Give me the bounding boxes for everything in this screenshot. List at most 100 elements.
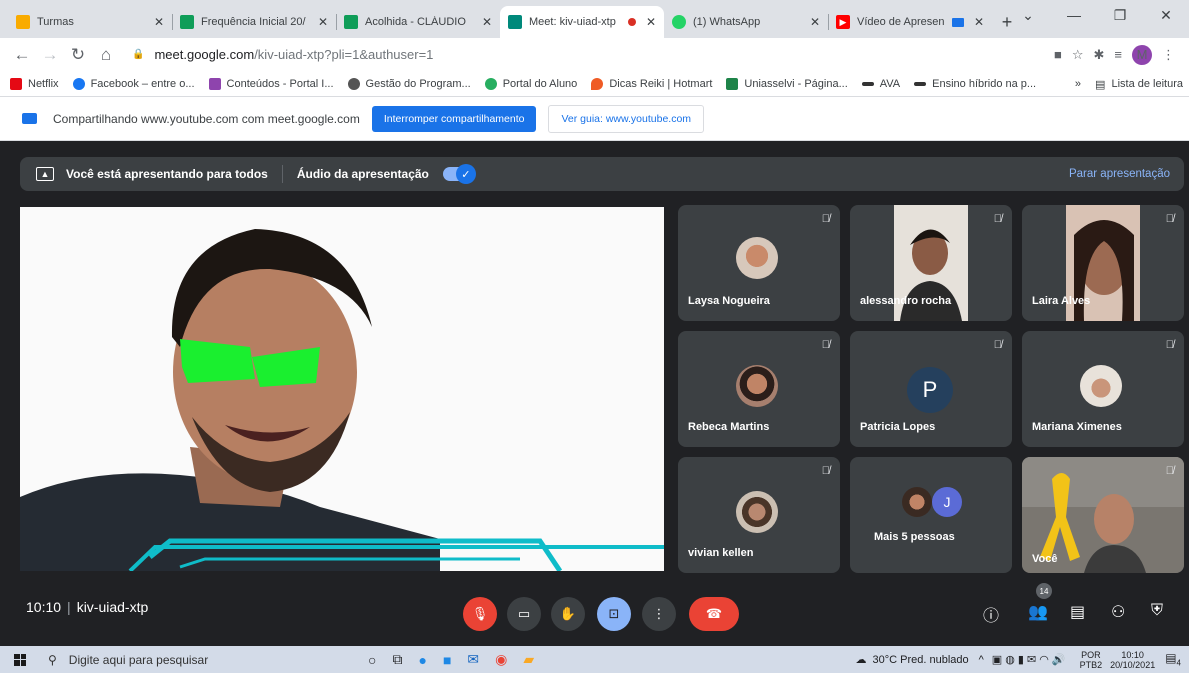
browser-tab-frequencia[interactable]: Frequência Inicial 20/ ✕ — [172, 6, 336, 38]
meeting-info-icon[interactable]: ⓘ — [983, 602, 999, 626]
url-field[interactable]: 🔒 meet.google.com/kiv-uiad-xtp?pli=1&aut… — [124, 42, 1054, 68]
more-options-button[interactable]: ⋮ — [642, 597, 676, 631]
show-hidden-icons[interactable]: ^ — [979, 654, 984, 666]
clock[interactable]: 10:10 20/10/2021 — [1110, 650, 1155, 670]
close-tab-icon[interactable]: ✕ — [318, 15, 328, 29]
raise-hand-button[interactable]: ✋ — [551, 597, 585, 631]
lock-icon[interactable]: 🔒 — [132, 49, 144, 60]
cortana-icon[interactable]: ○ — [368, 652, 376, 668]
browser-tab-whatsapp[interactable]: (1) WhatsApp ✕ — [664, 6, 828, 38]
notifications-icon[interactable]: ▤4 — [1165, 651, 1181, 667]
camera-icon[interactable]: ■ — [1054, 47, 1062, 62]
bookmark-label: Facebook – entre o... — [90, 77, 195, 90]
portal-icon — [208, 77, 221, 90]
browser-tab-turmas[interactable]: Turmas ✕ — [8, 6, 172, 38]
taskbar-search[interactable]: ⚲ Digite aqui para pesquisar — [48, 653, 338, 667]
stop-sharing-button[interactable]: Interromper compartilhamento — [371, 105, 537, 132]
browser-tab-strip: Turmas ✕ Frequência Inicial 20/ ✕ Acolhi… — [0, 0, 1189, 38]
avatar — [736, 491, 778, 533]
back-button[interactable]: ← — [8, 45, 36, 65]
activities-icon[interactable]: ⚇ — [1111, 602, 1125, 622]
present-now-button[interactable]: ⊡ — [597, 597, 631, 631]
chat-icon[interactable]: ▤ — [1070, 602, 1085, 622]
close-tab-icon[interactable]: ✕ — [810, 15, 820, 29]
microphone-toggle-button[interactable]: 🎙 — [463, 597, 497, 631]
bookmark-portal-aluno[interactable]: Portal do Aluno — [484, 77, 577, 90]
close-window-button[interactable]: ✕ — [1143, 0, 1189, 30]
bookmark-label: Gestão do Program... — [365, 77, 471, 90]
reading-list-button[interactable]: Lista de leitura — [1111, 78, 1183, 90]
weather-text[interactable]: 30°C Pred. nublado — [872, 654, 968, 666]
sharing-infobar: Compartilhando www.youtube.com com meet.… — [0, 97, 1189, 141]
mic-off-icon: 🎙̸ — [993, 213, 1002, 225]
reading-list-icon[interactable]: ≡ — [1114, 47, 1122, 62]
windows-taskbar: ⚲ Digite aqui para pesquisar ○ ⧉ ● ■ ✉ ◉… — [0, 646, 1189, 673]
participant-tile[interactable]: 🎙̸ Rebeca Martins — [678, 331, 840, 447]
tab-title: Turmas — [37, 16, 74, 28]
restore-button[interactable]: ❐ — [1097, 0, 1143, 30]
recording-indicator-icon — [627, 18, 636, 26]
participant-tile[interactable]: 🎙̸ Mariana Ximenes — [1022, 331, 1184, 447]
self-tile[interactable]: 🎙̸ Você — [1022, 457, 1184, 573]
bookmark-uniasselvi[interactable]: Uniasselvi - Página... — [726, 77, 848, 90]
home-button[interactable]: ⌂ — [92, 45, 120, 65]
reload-button[interactable]: ↻ — [64, 45, 92, 65]
bookmark-ava[interactable]: AVA — [861, 78, 900, 90]
minimize-button[interactable]: — — [1051, 0, 1097, 30]
camera-toggle-button[interactable]: ▭ — [507, 597, 541, 631]
more-bookmarks-button[interactable]: » — [1075, 78, 1081, 90]
presenter-image — [20, 207, 664, 571]
close-tab-icon[interactable]: ✕ — [154, 15, 164, 29]
avatar: P — [907, 367, 953, 413]
sheets-icon — [180, 15, 194, 29]
browser-tab-video[interactable]: ▶ Vídeo de Apresen ✕ — [828, 6, 992, 38]
stop-presenting-button[interactable]: Parar apresentação — [1069, 168, 1170, 180]
task-view-icon[interactable]: ⧉ — [392, 651, 402, 668]
close-tab-icon[interactable]: ✕ — [646, 15, 656, 29]
mail-icon[interactable]: ✉ — [467, 651, 479, 668]
store-icon[interactable]: ■ — [443, 652, 451, 668]
mic-off-icon: 🎙̸ — [1165, 465, 1174, 477]
bookmark-conteudos[interactable]: Conteúdos - Portal I... — [208, 77, 334, 90]
bookmark-star-icon[interactable]: ☆ — [1072, 47, 1084, 63]
browser-tab-acolhida[interactable]: Acolhida - CLÁUDIO ✕ — [336, 6, 500, 38]
bookmark-hotmart[interactable]: Dicas Reiki | Hotmart — [591, 77, 712, 90]
edge-icon[interactable]: ● — [418, 652, 426, 668]
participant-tile[interactable]: 🎙̸ vivian kellen — [678, 457, 840, 573]
host-controls-icon[interactable]: ⛨ — [1151, 602, 1163, 620]
profile-avatar[interactable]: M — [1132, 44, 1152, 65]
close-tab-icon[interactable]: ✕ — [482, 15, 492, 29]
more-menu-icon[interactable]: ⋮ — [1162, 47, 1175, 63]
tray-icons[interactable]: ▣ ◍ ▮ ✉ ◠ 🔊 — [992, 653, 1066, 666]
people-icon[interactable]: 👥 — [1028, 602, 1048, 622]
file-explorer-icon[interactable]: ▰ — [523, 651, 534, 668]
bookmark-ensino-hibrido[interactable]: Ensino híbrido na p... — [914, 78, 1036, 90]
meeting-code: kiv-uiad-xtp — [76, 599, 149, 615]
avatar: J — [932, 487, 962, 517]
extensions-icon[interactable]: ✱ — [1094, 47, 1105, 63]
forward-button[interactable]: → — [36, 45, 64, 65]
bookmarks-bar: Netflix Facebook – entre o... Conteúdos … — [0, 71, 1189, 97]
mic-off-icon: 🎙̸ — [821, 339, 830, 351]
screen-share-icon — [22, 113, 37, 124]
windows-start-icon[interactable] — [14, 653, 26, 666]
more-participants-tile[interactable]: J Mais 5 pessoas — [850, 457, 1012, 573]
participant-tile[interactable]: 🎙̸ P Patricia Lopes — [850, 331, 1012, 447]
browser-tab-meet[interactable]: Meet: kiv-uiad-xtp ✕ — [500, 6, 664, 38]
tab-title: Vídeo de Apresen — [857, 16, 945, 28]
participant-tile[interactable]: 🎙̸ Laira Alves — [1022, 205, 1184, 321]
bookmark-gestao[interactable]: Gestão do Program... — [347, 77, 471, 90]
participant-tile[interactable]: 🎙̸ alessandro rocha — [850, 205, 1012, 321]
bookmark-facebook[interactable]: Facebook – entre o... — [72, 77, 195, 90]
tab-search-icon[interactable]: ⌄ — [1005, 0, 1051, 30]
leave-call-button[interactable]: ☎ — [689, 597, 739, 631]
close-tab-icon[interactable]: ✕ — [974, 15, 984, 29]
participant-tile[interactable]: 🎙̸ Laysa Nogueira — [678, 205, 840, 321]
chrome-icon[interactable]: ◉ — [495, 651, 507, 668]
view-tab-button[interactable]: Ver guia: www.youtube.com — [548, 104, 705, 133]
avatar — [736, 365, 778, 407]
bookmark-netflix[interactable]: Netflix — [10, 77, 59, 90]
search-icon: ⚲ — [48, 652, 57, 667]
audio-toggle[interactable] — [442, 164, 476, 184]
language-indicator[interactable]: POR PTB2 — [1080, 650, 1103, 670]
